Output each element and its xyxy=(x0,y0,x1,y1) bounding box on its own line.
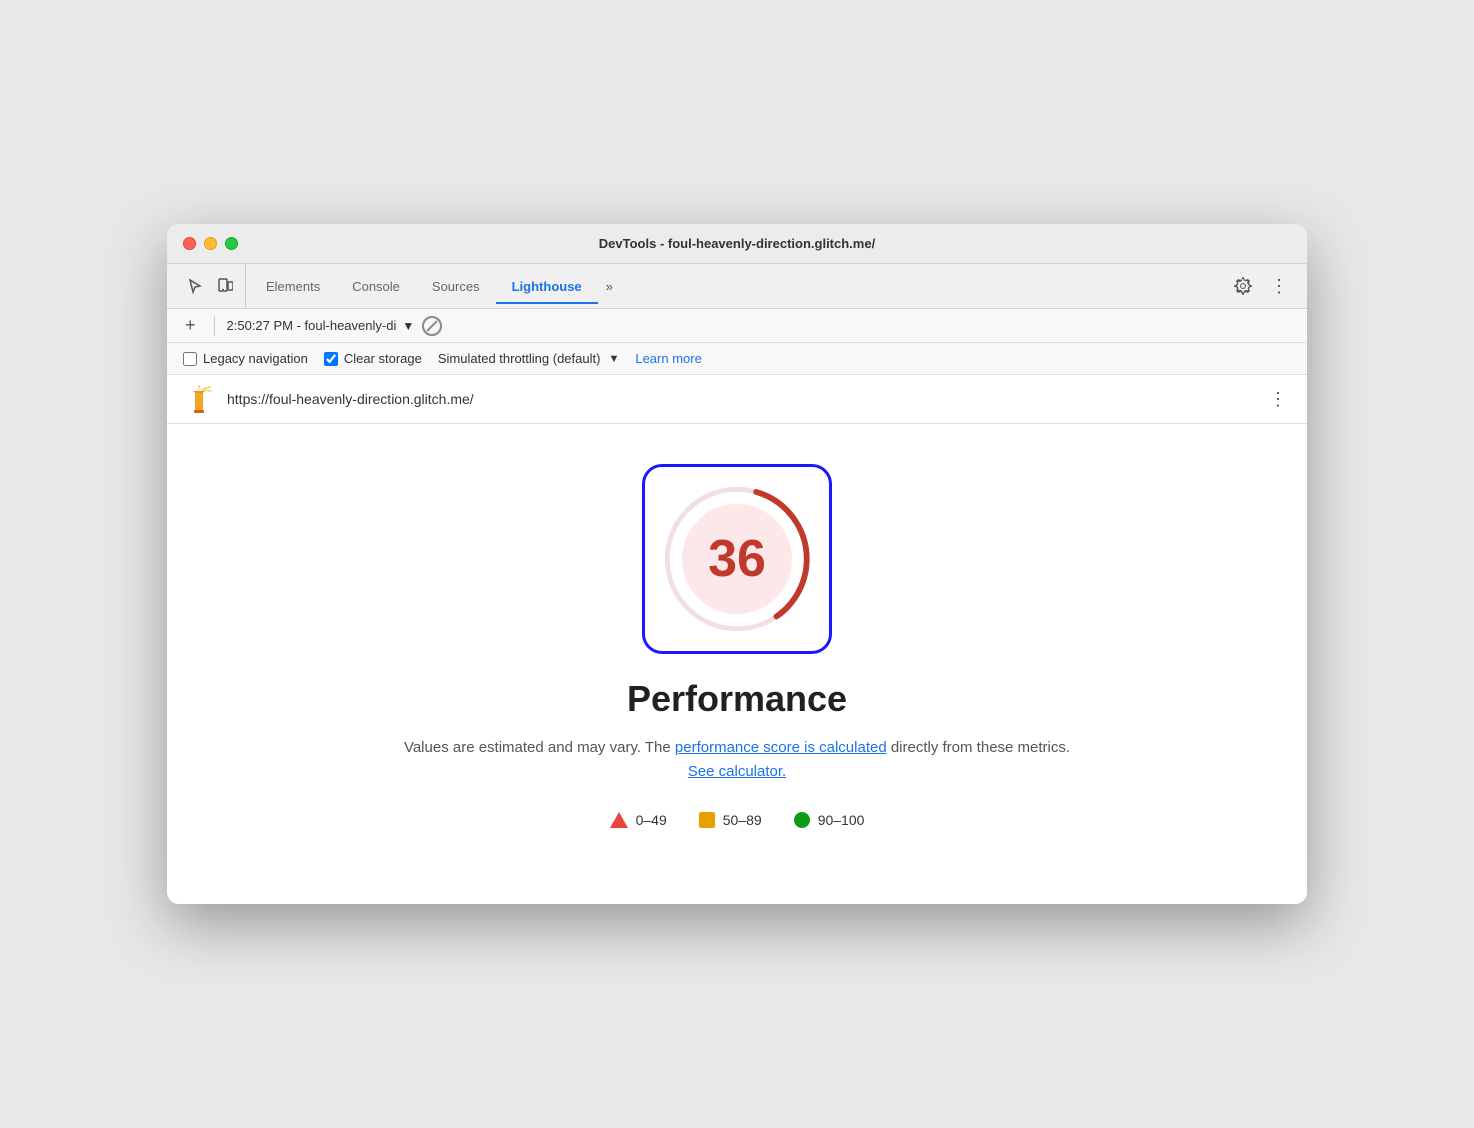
medium-score-icon xyxy=(699,812,715,828)
legend-low: 0–49 xyxy=(610,812,667,828)
clear-storage-checkbox[interactable] xyxy=(324,352,338,366)
tab-console[interactable]: Console xyxy=(336,269,416,304)
toolbar-divider xyxy=(214,316,215,336)
tab-right-icons: ⋮ xyxy=(1223,274,1299,298)
gauge-inner: 36 xyxy=(682,504,792,614)
toolbar: + 2:50:27 PM - foul-heavenly-di ▼ xyxy=(167,309,1307,343)
more-menu-icon[interactable]: ⋮ xyxy=(1267,274,1291,298)
learn-more-link[interactable]: Learn more xyxy=(635,351,701,366)
legend-high: 90–100 xyxy=(794,812,865,828)
throttling-label: Simulated throttling (default) xyxy=(438,351,601,366)
add-button[interactable]: + xyxy=(179,315,202,336)
dropdown-arrow-icon[interactable]: ▼ xyxy=(402,319,414,333)
performance-description: Values are estimated and may vary. The p… xyxy=(397,736,1077,784)
score-legend: 0–49 50–89 90–100 xyxy=(610,812,865,828)
tab-more-button[interactable]: » xyxy=(598,269,621,304)
lighthouse-site-icon xyxy=(183,383,215,415)
legacy-navigation-checkbox[interactable] xyxy=(183,352,197,366)
toolbar-url: 2:50:27 PM - foul-heavenly-di ▼ xyxy=(227,318,415,333)
url-bar-more-icon[interactable]: ⋮ xyxy=(1265,389,1291,410)
calculator-link[interactable]: See calculator. xyxy=(688,763,786,780)
desc-prefix: Values are estimated and may vary. The xyxy=(404,739,675,756)
performance-gauge: 36 xyxy=(642,464,832,654)
tab-elements[interactable]: Elements xyxy=(250,269,336,304)
block-requests-icon[interactable] xyxy=(422,316,442,336)
window-title: DevTools - foul-heavenly-direction.glitc… xyxy=(599,236,875,251)
options-bar: Legacy navigation Clear storage Simulate… xyxy=(167,343,1307,375)
clear-storage-label: Clear storage xyxy=(344,351,422,366)
high-score-icon xyxy=(794,812,810,828)
url-bar: https://foul-heavenly-direction.glitch.m… xyxy=(167,375,1307,424)
tab-sources[interactable]: Sources xyxy=(416,269,496,304)
clear-storage-option[interactable]: Clear storage xyxy=(324,351,422,366)
settings-icon[interactable] xyxy=(1231,274,1255,298)
main-content: 36 Performance Values are estimated and … xyxy=(167,424,1307,904)
legacy-navigation-option[interactable]: Legacy navigation xyxy=(183,351,308,366)
gauge-score: 36 xyxy=(708,533,766,585)
tab-bar: Elements Console Sources Lighthouse » ⋮ xyxy=(167,264,1307,309)
cursor-icon[interactable] xyxy=(183,274,207,298)
close-button[interactable] xyxy=(183,237,196,250)
performance-title: Performance xyxy=(627,678,847,720)
medium-score-range: 50–89 xyxy=(723,812,762,828)
perf-score-link[interactable]: performance score is calculated xyxy=(675,739,887,756)
desc-middle: directly from these metrics. xyxy=(887,739,1070,756)
traffic-lights xyxy=(183,237,238,250)
high-score-range: 90–100 xyxy=(818,812,865,828)
title-bar: DevTools - foul-heavenly-direction.glitc… xyxy=(167,224,1307,264)
maximize-button[interactable] xyxy=(225,237,238,250)
legacy-navigation-label: Legacy navigation xyxy=(203,351,308,366)
low-score-range: 0–49 xyxy=(636,812,667,828)
site-url: https://foul-heavenly-direction.glitch.m… xyxy=(227,391,1253,407)
tab-icons xyxy=(175,264,246,308)
low-score-icon xyxy=(610,812,628,828)
tab-lighthouse[interactable]: Lighthouse xyxy=(496,269,598,304)
url-timestamp: 2:50:27 PM - foul-heavenly-di xyxy=(227,318,397,333)
devtools-window: DevTools - foul-heavenly-direction.glitc… xyxy=(167,224,1307,904)
throttling-dropdown-arrow[interactable]: ▼ xyxy=(608,353,619,365)
minimize-button[interactable] xyxy=(204,237,217,250)
throttling-option: Simulated throttling (default) ▼ xyxy=(438,351,619,366)
legend-medium: 50–89 xyxy=(699,812,762,828)
gauge-bg-circle: 36 xyxy=(682,504,792,614)
device-icon[interactable] xyxy=(213,274,237,298)
